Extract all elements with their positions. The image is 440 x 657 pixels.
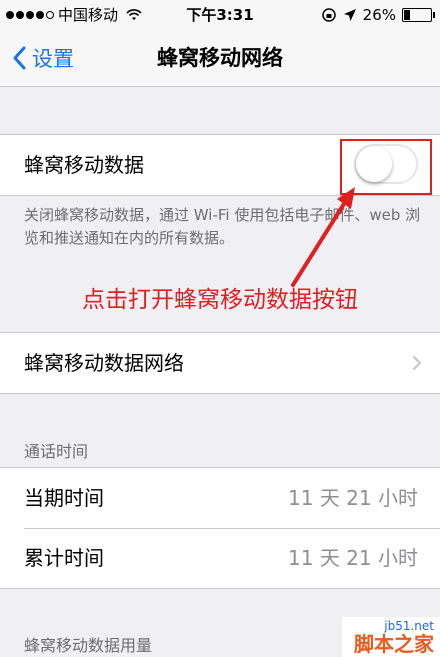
rotation-lock-icon: [321, 8, 336, 22]
cellular-network-group: 蜂窝移动数据网络: [0, 332, 440, 394]
call-time-total-value: 11 天 21 小时: [288, 546, 418, 570]
cellular-network-label: 蜂窝移动数据网络: [24, 351, 184, 375]
call-time-current-label: 当期时间: [24, 486, 104, 510]
battery-icon: [402, 8, 435, 22]
call-time-header: 通话时间: [24, 442, 89, 461]
site-watermark: jb51.net 脚本之家: [342, 617, 440, 657]
chevron-right-icon: [412, 355, 422, 371]
status-bar: 中国移动 下午3:31 26%: [0, 0, 440, 30]
usage-section-header: 蜂窝移动数据用量: [24, 636, 153, 655]
battery-percent: 26%: [362, 6, 396, 24]
status-right: 26%: [321, 0, 435, 30]
cellular-data-label: 蜂窝移动数据: [24, 153, 144, 177]
cellular-network-row[interactable]: 蜂窝移动数据网络: [0, 333, 440, 393]
call-time-total-row: 累计时间 11 天 21 小时: [0, 528, 440, 588]
call-time-current-row: 当期时间 11 天 21 小时: [0, 468, 440, 528]
call-time-total-label: 累计时间: [24, 546, 104, 570]
annotation-arrow-icon: [291, 187, 355, 287]
watermark-site: jb51.net: [384, 619, 434, 633]
page-title: 蜂窝移动网络: [157, 46, 283, 70]
location-arrow-icon: [343, 9, 356, 21]
call-time-current-value: 11 天 21 小时: [288, 486, 418, 510]
watermark-name: 脚本之家: [354, 632, 434, 656]
call-time-group: 当期时间 11 天 21 小时 累计时间 11 天 21 小时: [0, 467, 440, 589]
annotation-text: 点击打开蜂窝移动数据按钮: [82, 287, 358, 313]
navigation-bar: 设置 蜂窝移动网络: [0, 30, 440, 87]
